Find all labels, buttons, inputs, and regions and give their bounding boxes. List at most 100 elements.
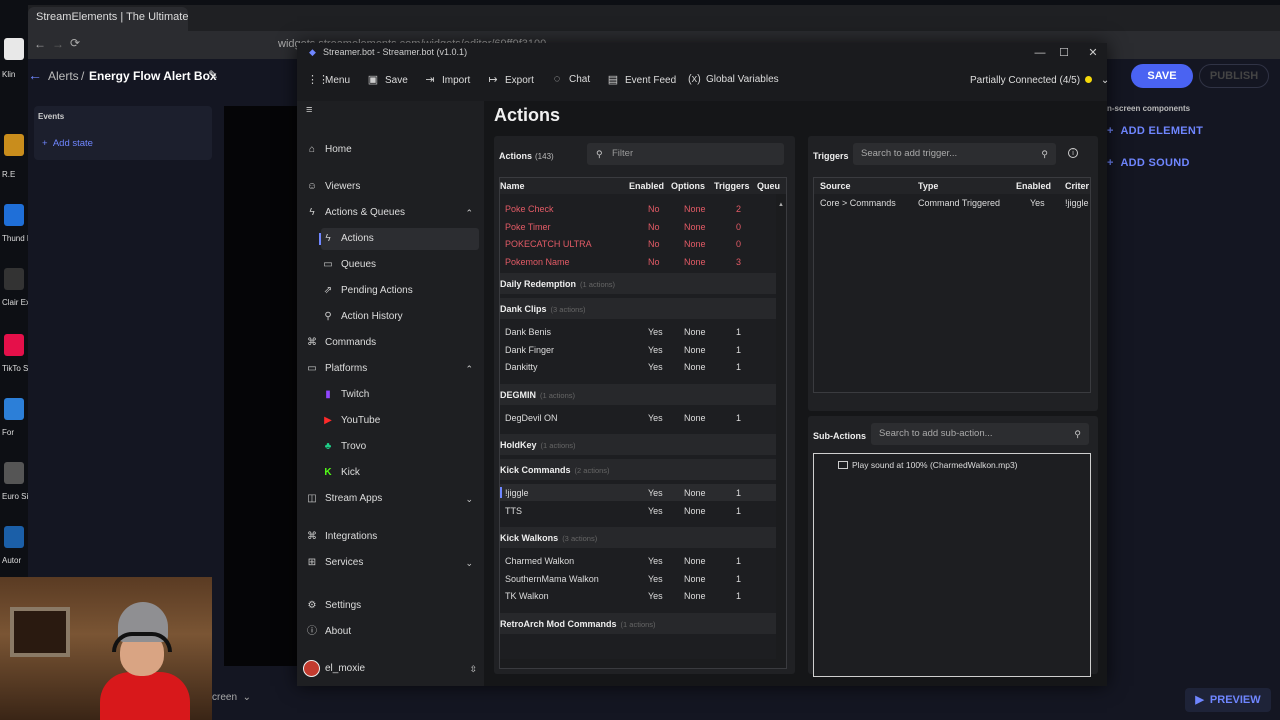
table-row[interactable]: POKECATCH ULTRA No None 0 bbox=[500, 235, 776, 252]
scroll-up-icon[interactable]: ▲ bbox=[778, 202, 784, 208]
desktop-icon[interactable] bbox=[4, 462, 24, 484]
export-button[interactable]: ↦ Export bbox=[487, 73, 534, 86]
trigger-search-input[interactable]: Search to add trigger... ⚲ bbox=[853, 143, 1056, 165]
cell-enabled: No bbox=[648, 221, 660, 232]
sidebar-item-youtube[interactable]: ▶ YouTube bbox=[321, 410, 479, 432]
sidebar-item-about[interactable]: ⓘ About bbox=[305, 621, 479, 643]
group-name: RetroArch Mod Commands (1 actions) bbox=[500, 618, 656, 629]
group-header[interactable]: Kick Commands (2 actions) bbox=[500, 459, 776, 480]
browser-tab[interactable]: StreamElements | The Ultimate S bbox=[28, 7, 188, 31]
sidebar-item-stream-apps[interactable]: ◫ Stream Apps ⌄ bbox=[305, 488, 479, 510]
group-header[interactable]: RetroArch Mod Commands (1 actions) bbox=[500, 612, 776, 634]
sidebar-item-home[interactable]: ⌂ Home bbox=[305, 139, 479, 161]
global-variables-button[interactable]: (x) Global Variables bbox=[688, 73, 779, 85]
sidebar-item-queues[interactable]: ▭ Queues bbox=[321, 254, 479, 276]
column-header-queue[interactable]: Queu bbox=[757, 181, 780, 191]
column-header-source[interactable]: Source bbox=[820, 181, 851, 191]
desktop-icon[interactable] bbox=[4, 38, 24, 60]
vertical-scrollbar[interactable]: ▲ bbox=[776, 194, 786, 668]
cell-triggers: 0 bbox=[736, 221, 742, 232]
minimize-icon[interactable]: — bbox=[1030, 45, 1050, 61]
reload-icon[interactable]: ⟳ bbox=[70, 36, 80, 50]
import-button[interactable]: ⇥ Import bbox=[424, 73, 470, 86]
subaction-search-input[interactable]: Search to add sub-action... ⚲ bbox=[871, 423, 1089, 445]
table-row[interactable]: TK Walkon Yes None 1 bbox=[500, 587, 776, 604]
table-row[interactable]: Charmed Walkon Yes None 1 bbox=[500, 552, 776, 569]
cell-options: None bbox=[684, 573, 706, 584]
publish-button[interactable]: PUBLISH bbox=[1199, 64, 1269, 88]
sidebar-item-services[interactable]: ⊞ Services ⌄ bbox=[305, 552, 479, 574]
desktop-icon[interactable] bbox=[4, 134, 24, 156]
forward-icon[interactable]: → bbox=[52, 37, 64, 51]
hamburger-icon[interactable]: ≡ bbox=[306, 104, 312, 116]
subaction-item[interactable]: Play sound at 100% (CharmedWalkon.mp3) bbox=[838, 460, 1018, 470]
sidebar-item-action-history[interactable]: ⚲ Action History bbox=[321, 306, 479, 328]
column-header-enabled[interactable]: Enabled bbox=[1016, 181, 1051, 191]
maximize-icon[interactable]: ☐ bbox=[1054, 45, 1074, 61]
add-state-button[interactable]: + Add state bbox=[42, 138, 93, 149]
column-header-name[interactable]: Name bbox=[500, 181, 525, 191]
desktop-icon[interactable] bbox=[4, 204, 24, 226]
desktop-icon-label: TikTo Stu bbox=[2, 364, 30, 373]
back-icon[interactable]: ← bbox=[34, 37, 46, 51]
back-arrow-icon[interactable]: ← bbox=[28, 67, 42, 83]
table-row[interactable]: Dank Finger Yes None 1 bbox=[500, 341, 776, 358]
sidebar-item-platforms[interactable]: ▭ Platforms ⌃ bbox=[305, 358, 479, 380]
user-menu[interactable]: el_moxie ⇳ bbox=[303, 658, 479, 680]
breadcrumb-parent[interactable]: Alerts bbox=[48, 69, 79, 83]
column-header-criteria[interactable]: Criter bbox=[1065, 181, 1089, 191]
save-menu-button[interactable]: ▣ Save bbox=[367, 73, 408, 86]
table-row[interactable]: Poke Timer No None 0 bbox=[500, 218, 776, 235]
sidebar-item-actions[interactable]: ϟ Actions bbox=[319, 228, 479, 250]
browser-tab-title: StreamElements | The Ultimate S bbox=[36, 11, 188, 23]
desktop-icon[interactable] bbox=[4, 398, 24, 420]
chat-button[interactable]: ◌ Chat bbox=[551, 73, 590, 85]
table-row[interactable]: !jiggle Yes None 1 bbox=[500, 484, 776, 501]
filter-input[interactable]: ⚲ Filter bbox=[587, 143, 784, 165]
sidebar-item-pending-actions[interactable]: ⇗ Pending Actions bbox=[321, 280, 479, 302]
desktop-icon[interactable] bbox=[4, 526, 24, 548]
group-header[interactable]: DEGMIN (1 actions) bbox=[500, 383, 776, 405]
save-button[interactable]: SAVE bbox=[1131, 64, 1193, 88]
table-row[interactable]: Dankitty Yes None 1 bbox=[500, 358, 776, 375]
table-row[interactable]: TTS Yes None 1 bbox=[500, 502, 776, 519]
export-icon: ↦ bbox=[488, 74, 498, 86]
group-header[interactable]: Dank Clips (3 actions) bbox=[500, 298, 776, 319]
connection-status[interactable]: Partially Connected (4/5) ⌄ bbox=[970, 75, 1109, 86]
edit-pencil-icon[interactable]: ✎ bbox=[208, 68, 218, 82]
trigger-source: Core > Commands bbox=[820, 198, 896, 208]
preview-button[interactable]: ▶ PREVIEW bbox=[1185, 688, 1271, 712]
trigger-row[interactable]: Core > Commands Command Triggered Yes !j… bbox=[814, 194, 1090, 211]
horizontal-scrollbar[interactable] bbox=[500, 659, 778, 668]
sidebar-item-settings[interactable]: ⚙ Settings bbox=[305, 595, 479, 617]
table-row[interactable]: Poke Check No None 2 bbox=[500, 200, 776, 217]
sidebar-item-actions-queues[interactable]: ϟ Actions & Queues ⌃ bbox=[305, 202, 479, 224]
table-row[interactable]: DegDevil ON Yes None 1 bbox=[500, 409, 776, 426]
menu-button[interactable]: ⋮⋮Menu bbox=[307, 73, 350, 86]
sidebar-item-kick[interactable]: K Kick bbox=[321, 462, 479, 484]
column-header-triggers[interactable]: Triggers bbox=[714, 181, 750, 191]
column-header-enabled[interactable]: Enabled bbox=[629, 181, 664, 191]
info-icon[interactable]: i bbox=[1068, 148, 1078, 158]
desktop-icon[interactable] bbox=[4, 268, 24, 290]
sidebar-item-twitch[interactable]: ▮ Twitch bbox=[321, 384, 479, 406]
table-row[interactable]: Pokemon Name No None 3 bbox=[500, 253, 776, 270]
event-feed-button[interactable]: ▤ Event Feed bbox=[607, 73, 676, 86]
desktop-icon[interactable] bbox=[4, 334, 24, 356]
add-element-button[interactable]: + ADD ELEMENT bbox=[1107, 125, 1277, 137]
group-header[interactable]: HoldKey (1 actions) bbox=[500, 434, 776, 455]
group-header[interactable]: Kick Walkons (3 actions) bbox=[500, 527, 776, 548]
table-row[interactable]: SouthernMama Walkon Yes None 1 bbox=[500, 570, 776, 587]
cell-name: DegDevil ON bbox=[505, 412, 558, 423]
close-icon[interactable]: ✕ bbox=[1083, 45, 1103, 61]
screen-selector[interactable]: creen ⌄ bbox=[212, 692, 251, 703]
sidebar-item-trovo[interactable]: ♣ Trovo bbox=[321, 436, 479, 458]
table-row[interactable]: Dank Benis Yes None 1 bbox=[500, 323, 776, 340]
column-header-type[interactable]: Type bbox=[918, 181, 938, 191]
sidebar-item-commands[interactable]: ⌘ Commands bbox=[305, 332, 479, 354]
add-sound-button[interactable]: + ADD SOUND bbox=[1107, 157, 1277, 169]
sidebar-item-integrations[interactable]: ⌘ Integrations bbox=[305, 526, 479, 548]
column-header-options[interactable]: Options bbox=[671, 181, 705, 191]
sidebar-item-viewers[interactable]: ☺ Viewers bbox=[305, 176, 479, 198]
group-header[interactable]: Daily Redemption (1 actions) bbox=[500, 273, 776, 294]
